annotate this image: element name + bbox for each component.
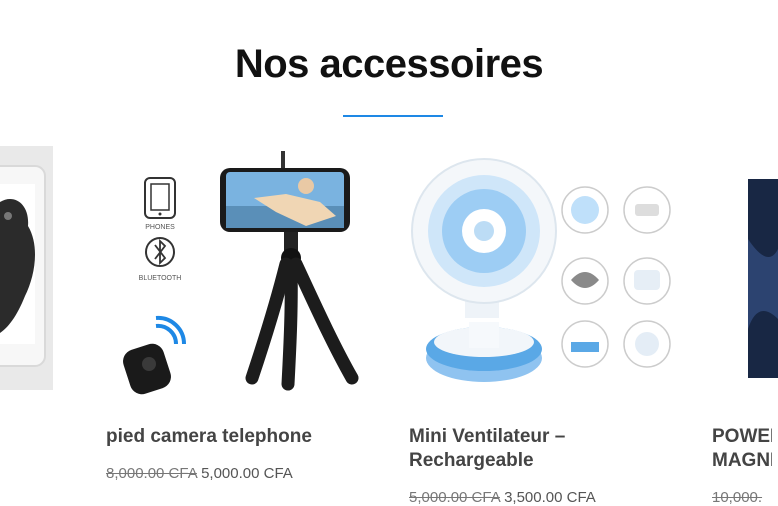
price-new-tripod: 5,000.00 CFA bbox=[201, 465, 293, 482]
bluetooth-icon bbox=[145, 237, 175, 267]
price-row-fan: 5,000.00 CFA 3,500.00 CFA bbox=[409, 489, 596, 506]
tripod-icon bbox=[220, 151, 359, 391]
product-image-fan[interactable] bbox=[409, 146, 677, 394]
product-image-power[interactable] bbox=[748, 179, 778, 378]
price-row-tripod: 8,000.00 CFA 5,000.00 CFA bbox=[106, 465, 293, 482]
title-underline bbox=[343, 115, 443, 117]
product-image-tripod[interactable]: PHONES BLUETOOTH bbox=[106, 146, 370, 412]
product-name-fan[interactable]: Mini Ventilateur – Rechargeable bbox=[409, 425, 629, 473]
fan-detail-thumbnails bbox=[561, 186, 671, 368]
price-old-tripod: 8,000.00 CFA bbox=[106, 465, 197, 482]
phones-caption: PHONES bbox=[145, 224, 175, 231]
bluetooth-caption: BLUETOOTH bbox=[139, 275, 182, 282]
phone-icon bbox=[144, 177, 176, 219]
price-row-power: 10,000. bbox=[712, 489, 778, 506]
price-old-power: 10,000. bbox=[712, 489, 763, 506]
section-title: Nos accessoires bbox=[234, 42, 544, 86]
price-old-fan: 5,000.00 CFA bbox=[409, 489, 500, 506]
remote-shutter-icon bbox=[123, 343, 171, 395]
fan-icon bbox=[411, 158, 557, 382]
product-name-power[interactable]: POWER MAGNE bbox=[712, 425, 772, 473]
price-new-fan: 3,500.00 CFA bbox=[504, 489, 596, 506]
product-name-tripod[interactable]: pied camera telephone bbox=[106, 425, 386, 449]
product-image-partial-left[interactable] bbox=[0, 146, 53, 390]
signal-waves-icon bbox=[155, 315, 187, 345]
